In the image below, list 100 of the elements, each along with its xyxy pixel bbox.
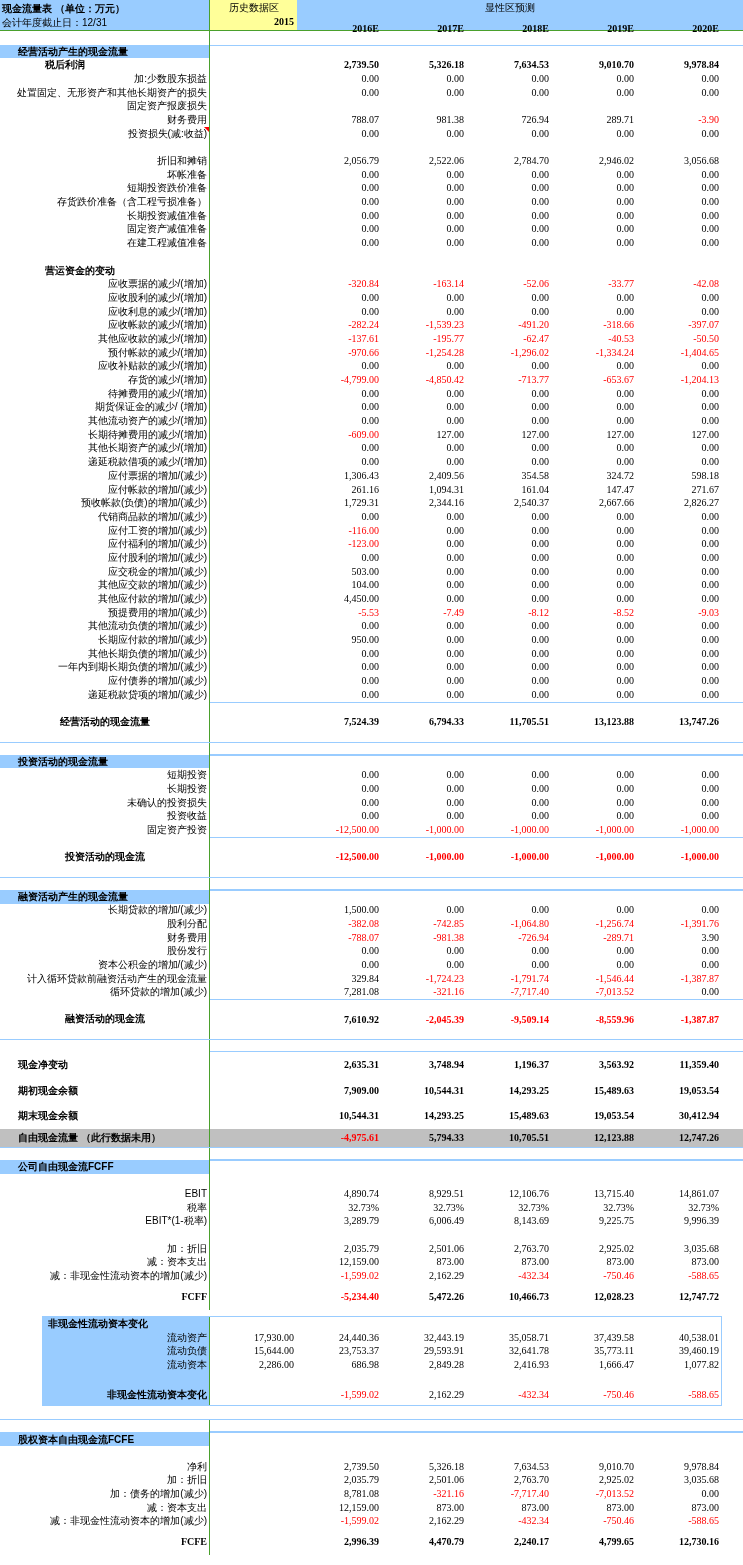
value-cell: 0.00 bbox=[701, 986, 719, 998]
row-label: 投资收益 bbox=[167, 811, 207, 822]
value-cell: 0.00 bbox=[701, 959, 719, 971]
value-cell: 127.00 bbox=[521, 428, 549, 440]
row-label: 股份发行 bbox=[167, 946, 207, 957]
value-cell: 0.00 bbox=[446, 442, 464, 454]
value-cell: -7,717.40 bbox=[510, 986, 549, 998]
row-label: 其他长期负债的增加/(减少) bbox=[87, 648, 207, 659]
row-label: 短期投资 bbox=[167, 770, 207, 781]
value-cell: 32.73% bbox=[518, 1201, 549, 1213]
value-cell: 0.00 bbox=[446, 360, 464, 372]
value-cell: -1,387.87 bbox=[680, 972, 719, 984]
row-label: 其他应交款的增加/(减少) bbox=[97, 580, 207, 591]
value-cell: -750.46 bbox=[603, 1515, 634, 1527]
row-label: 营运资金的变动 bbox=[45, 265, 115, 276]
value-cell: 0.00 bbox=[701, 305, 719, 317]
row-label: 资本公积金的增加/(减少) bbox=[97, 960, 207, 971]
value-cell: 2,739.50 bbox=[344, 1460, 379, 1472]
value-cell: 873.00 bbox=[436, 1501, 464, 1513]
value-cell: 0.00 bbox=[531, 593, 549, 605]
value-cell: 0.00 bbox=[616, 661, 634, 673]
value-cell: 0.00 bbox=[361, 223, 379, 235]
value-cell: 5,326.18 bbox=[429, 1460, 464, 1472]
value-cell: 0.00 bbox=[701, 675, 719, 687]
row-label: 其他应收款的减少/(增加) bbox=[97, 333, 207, 344]
section-header: 融资活动产生的现金流量 bbox=[0, 889, 210, 904]
value-cell: 7,281.08 bbox=[344, 986, 379, 998]
row-label: 长期投资 bbox=[167, 783, 207, 794]
value-cell: 14,861.07 bbox=[679, 1188, 719, 1200]
value-cell: -62.47 bbox=[523, 332, 549, 344]
value-cell: 3,748.94 bbox=[429, 1059, 464, 1071]
value-cell: 2,739.50 bbox=[344, 59, 379, 71]
value-cell: -1,391.76 bbox=[680, 918, 719, 930]
row-label: FCFE bbox=[180, 1536, 207, 1547]
value-cell: 0.00 bbox=[531, 769, 549, 781]
row-label: 在建工程减值准备 bbox=[127, 238, 207, 249]
value-cell: -116.00 bbox=[348, 524, 379, 536]
value-cell: 0.00 bbox=[531, 945, 549, 957]
value-cell: -742.85 bbox=[433, 918, 464, 930]
value-cell: 17,930.00 bbox=[254, 1331, 294, 1343]
value-cell: 0.00 bbox=[616, 223, 634, 235]
value-cell: 0.00 bbox=[701, 565, 719, 577]
value-cell: 0.00 bbox=[616, 182, 634, 194]
row-label: 非现金性流动资本变化 bbox=[48, 1318, 148, 1329]
value-cell: 2,996.39 bbox=[344, 1535, 379, 1547]
value-cell: 0.00 bbox=[701, 810, 719, 822]
value-cell: 0.00 bbox=[616, 209, 634, 221]
row-label: 经营活动的现金流量 bbox=[59, 716, 150, 727]
value-cell: 2,035.79 bbox=[344, 1474, 379, 1486]
value-cell: 289.71 bbox=[606, 113, 634, 125]
row-label: 非现金性流动资本变化 bbox=[107, 1390, 207, 1401]
value-cell: 6,794.33 bbox=[429, 716, 464, 728]
value-cell: -7,013.52 bbox=[595, 986, 634, 998]
value-cell: 0.00 bbox=[446, 72, 464, 84]
row-label: 期货保证金的减少/ (增加) bbox=[94, 402, 207, 413]
value-cell: 2,849.28 bbox=[429, 1358, 464, 1370]
value-cell: 0.00 bbox=[531, 904, 549, 916]
row-label: 财务费用 bbox=[167, 114, 207, 125]
value-cell: 13,123.88 bbox=[594, 716, 634, 728]
value-cell: 873.00 bbox=[606, 1256, 634, 1268]
value-cell: 503.00 bbox=[351, 565, 379, 577]
value-cell: 2,925.02 bbox=[599, 1242, 634, 1254]
value-cell: 4,470.79 bbox=[429, 1535, 464, 1547]
value-cell: 0.00 bbox=[531, 86, 549, 98]
value-cell: -1,387.87 bbox=[680, 1013, 719, 1025]
value-cell: 0.00 bbox=[361, 620, 379, 632]
value-cell: 0.00 bbox=[531, 675, 549, 687]
row-label: 存货跌价准备（含工程亏损准备） bbox=[57, 197, 207, 208]
value-cell: 0.00 bbox=[701, 196, 719, 208]
value-cell: -8,559.96 bbox=[595, 1013, 634, 1025]
value-cell: -7,717.40 bbox=[510, 1488, 549, 1500]
year-header: 2015 bbox=[273, 15, 295, 29]
row-label: 短期投资跌价准备 bbox=[127, 183, 207, 194]
row-label: 应付股利的增加/(减少) bbox=[107, 552, 207, 563]
value-cell: 0.00 bbox=[531, 237, 549, 249]
value-cell: 0.00 bbox=[531, 959, 549, 971]
value-cell: 2,763.70 bbox=[514, 1474, 549, 1486]
value-cell: 2,826.27 bbox=[684, 497, 719, 509]
value-cell: 0.00 bbox=[361, 387, 379, 399]
value-cell: 0.00 bbox=[446, 634, 464, 646]
row-label: 预付帐款的减少/(增加) bbox=[107, 347, 207, 358]
value-cell: 2,409.56 bbox=[429, 469, 464, 481]
value-cell: 0.00 bbox=[616, 551, 634, 563]
value-cell: 0.00 bbox=[446, 647, 464, 659]
value-cell: 0.00 bbox=[531, 810, 549, 822]
column-group-label: 历史数据区 bbox=[227, 1, 280, 15]
value-cell: 0.00 bbox=[531, 634, 549, 646]
value-cell: -52.06 bbox=[523, 278, 549, 290]
value-cell: 0.00 bbox=[616, 72, 634, 84]
value-cell: 0.00 bbox=[531, 782, 549, 794]
value-cell: -1,296.02 bbox=[510, 346, 549, 358]
value-cell: -1,000.00 bbox=[595, 851, 634, 863]
value-cell: 13,747.26 bbox=[679, 716, 719, 728]
value-cell: -320.84 bbox=[348, 278, 379, 290]
value-cell: 0.00 bbox=[531, 565, 549, 577]
value-cell: 0.00 bbox=[701, 945, 719, 957]
value-cell: 13,715.40 bbox=[594, 1188, 634, 1200]
value-cell: 10,544.31 bbox=[424, 1084, 464, 1096]
value-cell: -588.65 bbox=[688, 1270, 719, 1282]
value-cell: 0.00 bbox=[531, 72, 549, 84]
